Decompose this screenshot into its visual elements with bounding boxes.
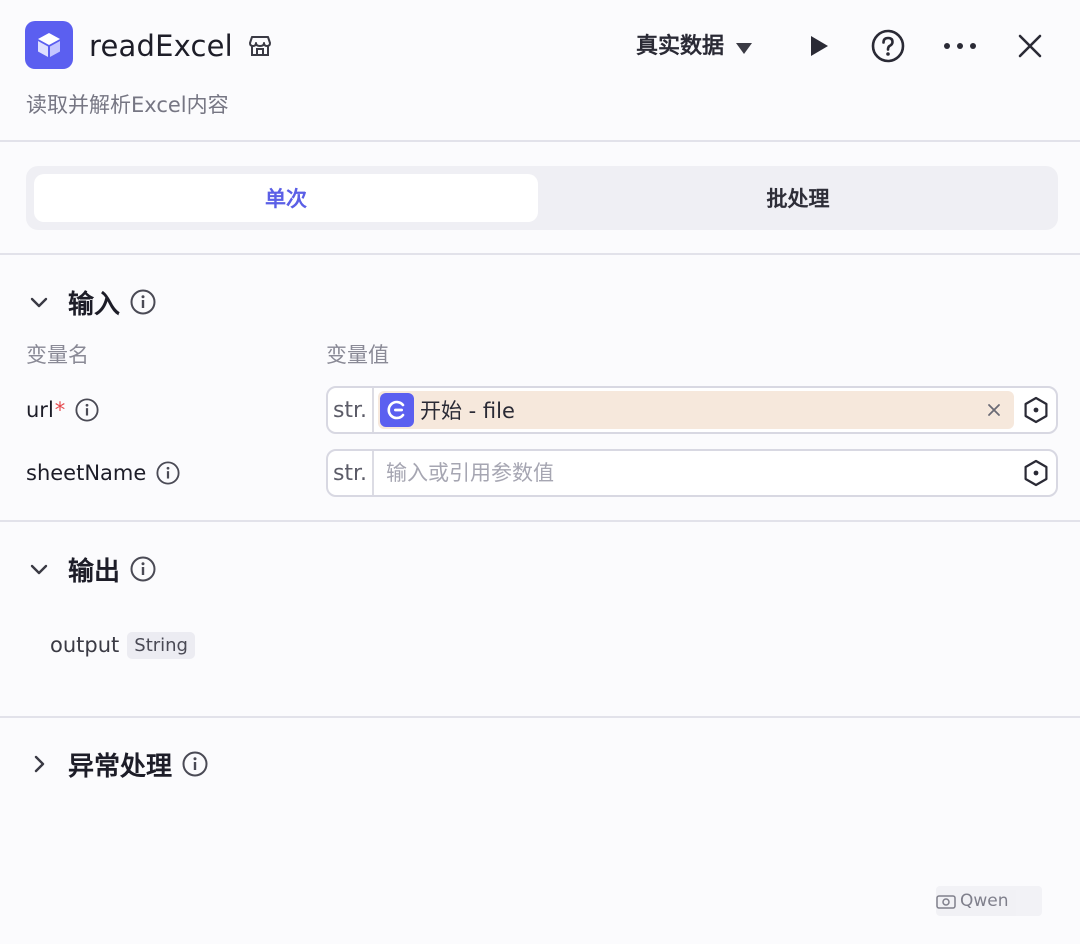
column-label-name: 变量名 — [26, 343, 89, 367]
url-value-field[interactable]: str. 开始 - file — [326, 386, 1058, 434]
type-tag: str. — [328, 451, 374, 495]
divider — [0, 253, 1080, 255]
more-icon — [944, 43, 976, 49]
watermark-text: Qwen — [960, 891, 1009, 911]
reference-chip[interactable]: 开始 - file — [378, 391, 1014, 429]
mode-tabs: 单次 批处理 — [26, 166, 1058, 230]
store-icon[interactable] — [249, 34, 271, 58]
param-row-sheetname: sheetName — [26, 450, 180, 496]
output-section-title: 输出 — [68, 556, 121, 587]
output-name: output — [50, 633, 120, 657]
chevron-down-icon — [26, 556, 52, 582]
close-icon — [1018, 34, 1042, 58]
chevron-right-icon — [26, 751, 52, 777]
variable-picker-icon[interactable] — [1022, 459, 1050, 487]
help-icon — [871, 29, 905, 63]
sheetname-input-placeholder[interactable]: 输入或引用参数值 — [386, 451, 554, 495]
param-row-url: url * — [26, 387, 99, 433]
info-icon[interactable] — [156, 461, 180, 485]
output-section-header[interactable]: 输出 — [26, 549, 156, 589]
close-button[interactable] — [1012, 28, 1048, 64]
input-section-title: 输入 — [68, 289, 121, 320]
sheetname-value-field[interactable]: str. 输入或引用参数值 — [326, 449, 1058, 497]
divider — [0, 520, 1080, 522]
exception-section-header[interactable]: 异常处理 — [26, 744, 208, 784]
caret-down-icon — [736, 43, 753, 54]
output-type-badge: String — [127, 631, 195, 659]
data-mode-dropdown[interactable]: 真实数据 — [636, 30, 753, 64]
input-section-header[interactable]: 输入 — [26, 282, 156, 322]
info-icon[interactable] — [130, 556, 156, 582]
exception-section-title: 异常处理 — [68, 751, 173, 782]
tab-batch[interactable]: 批处理 — [546, 174, 1050, 222]
type-tag: str. — [328, 388, 374, 432]
node-title: readExcel — [89, 29, 233, 63]
play-icon — [811, 36, 828, 56]
param-name: url — [26, 398, 54, 422]
required-mark: * — [54, 398, 66, 422]
param-name: sheetName — [26, 461, 147, 485]
watermark-icon — [936, 895, 956, 909]
cube-icon — [25, 21, 73, 69]
divider — [0, 716, 1080, 718]
run-button[interactable] — [800, 28, 836, 64]
reference-label: 开始 - file — [420, 399, 515, 423]
info-icon[interactable] — [182, 751, 208, 777]
panel-header: readExcel 真实数据 读取并解析Excel内容 — [0, 0, 1080, 142]
chevron-down-icon — [26, 289, 52, 315]
help-button[interactable] — [870, 28, 906, 64]
more-button[interactable] — [942, 28, 978, 64]
info-icon[interactable] — [75, 398, 99, 422]
watermark: Qwen — [936, 886, 1042, 916]
tab-single[interactable]: 单次 — [34, 174, 538, 222]
node-config-panel: readExcel 真实数据 读取并解析Excel内容 单次 批处理 输入 变量… — [0, 0, 1080, 944]
info-icon[interactable] — [130, 289, 156, 315]
data-mode-label: 真实数据 — [636, 34, 725, 59]
column-label-value: 变量值 — [326, 343, 389, 367]
output-item: output String — [50, 628, 195, 662]
node-description: 读取并解析Excel内容 — [26, 93, 229, 117]
variable-picker-icon[interactable] — [1022, 396, 1050, 424]
start-node-icon — [380, 393, 414, 427]
clear-reference-icon[interactable] — [982, 398, 1006, 422]
divider — [0, 140, 1080, 142]
